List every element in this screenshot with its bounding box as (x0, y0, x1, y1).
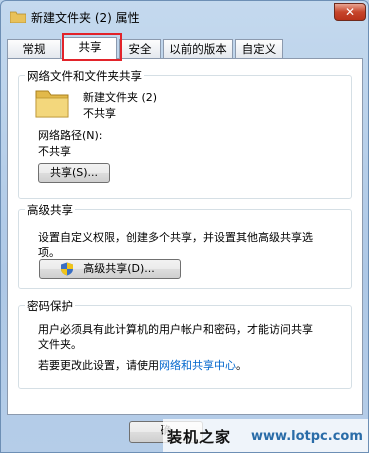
highlight-box (62, 33, 122, 61)
folder-name: 新建文件夹 (2) (83, 91, 158, 104)
network-share-title: 网络文件和文件夹共享 (25, 68, 144, 84)
shield-icon (61, 262, 73, 276)
password-change-prefix: 若要更改此设置，请使用 (38, 359, 159, 372)
tab-previous-versions[interactable]: 以前的版本 (163, 39, 233, 58)
advanced-share-title: 高级共享 (25, 202, 75, 218)
password-change-suffix: 。 (236, 359, 247, 372)
network-sharing-center-link[interactable]: 网络和共享中心 (159, 359, 236, 372)
password-title: 密码保护 (25, 298, 75, 314)
share-button[interactable]: 共享(S)... (38, 163, 110, 183)
tab-strip: 常规 共享 安全 以前的版本 自定义 (7, 37, 363, 59)
password-desc-line2: 文件夹。 (38, 338, 82, 351)
folder-share-status: 不共享 (83, 107, 116, 120)
title-bar[interactable]: 新建文件夹 (2) 属性 ✕ (1, 1, 368, 33)
advanced-share-desc-line2: 项。 (38, 246, 60, 259)
network-path-value: 不共享 (38, 145, 71, 158)
network-path-label: 网络路径(N): (38, 129, 103, 142)
folder-icon (10, 11, 26, 23)
properties-window: 新建文件夹 (2) 属性 ✕ 常规 共享 安全 以前的版本 自定义 网络文件和文… (0, 0, 369, 453)
watermark: 装机之家 www.lotpc.com (163, 419, 368, 452)
tab-security[interactable]: 安全 (119, 39, 161, 58)
close-button[interactable]: ✕ (334, 3, 366, 21)
folder-large-icon (35, 90, 69, 118)
tab-customize[interactable]: 自定义 (235, 39, 283, 58)
advanced-share-desc-line1: 设置自定义权限，创建多个共享，并设置其他高级共享选 (38, 231, 313, 244)
watermark-url: www.lotpc.com (251, 429, 363, 444)
password-desc-line1: 用户必须具有此计算机的用户帐户和密码，才能访问共享 (38, 323, 313, 336)
advanced-share-button-label: 高级共享(D)... (83, 262, 155, 275)
watermark-text: 装机之家 (167, 428, 232, 446)
tab-general[interactable]: 常规 (7, 39, 61, 58)
advanced-share-button[interactable]: 高级共享(D)... (39, 259, 181, 279)
password-change-text: 若要更改此设置，请使用网络和共享中心。 (38, 357, 247, 373)
window-title: 新建文件夹 (2) 属性 (31, 11, 140, 25)
